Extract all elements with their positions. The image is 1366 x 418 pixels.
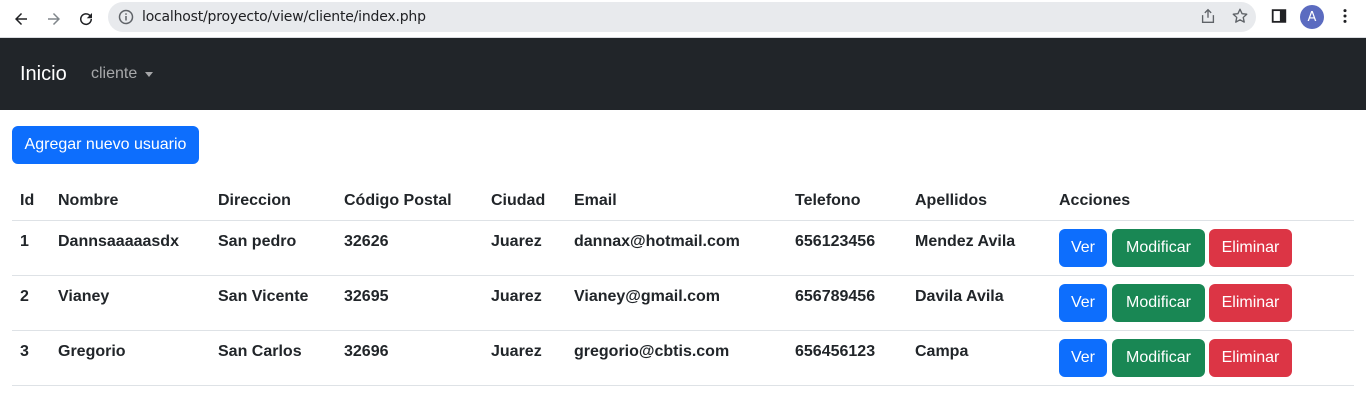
cell-ciudad: Juarez [491,233,542,250]
header-nombre: Nombre [58,192,119,209]
cell-direccion: San pedro [218,233,297,250]
navbar-brand[interactable]: Inicio [20,63,67,86]
header-ciudad: Ciudad [491,192,546,209]
table-header-row: Id Nombre Direccion Código Postal Ciudad… [12,181,1354,221]
table-row: 3 Gregorio San Carlos 32696 Juarez grego… [12,331,1354,386]
eliminar-button[interactable]: Eliminar [1209,229,1292,267]
cell-id: 3 [20,343,29,360]
header-direccion: Direccion [218,192,291,209]
cell-nombre: Gregorio [58,343,126,360]
cell-direccion: San Vicente [218,288,309,305]
table-row: 2 Vianey San Vicente 32695 Juarez Vianey… [12,276,1354,331]
cell-codigo-postal: 32696 [344,343,389,360]
header-acciones: Acciones [1059,192,1131,209]
address-bar[interactable]: localhost/proyecto/view/cliente/index.ph… [108,2,1256,32]
modificar-button[interactable]: Modificar [1112,339,1205,377]
site-info-icon[interactable] [118,9,134,25]
cell-id: 2 [20,288,29,305]
bookmark-star-icon[interactable] [1230,6,1250,26]
dropdown-label: cliente [91,65,138,82]
menu-dots-icon[interactable] [1335,6,1355,26]
add-user-button[interactable]: Agregar nuevo usuario [12,126,199,164]
cell-ciudad: Juarez [491,343,542,360]
caret-down-icon [145,71,154,77]
share-icon[interactable] [1198,6,1218,26]
cell-codigo-postal: 32626 [344,233,389,250]
cell-telefono: 656456123 [795,343,876,360]
modificar-button[interactable]: Modificar [1112,229,1205,267]
cell-email: Vianey@gmail.com [574,288,721,305]
cell-telefono: 656789456 [795,288,876,305]
cell-email: dannax@hotmail.com [574,233,740,250]
side-panel-icon[interactable] [1269,6,1289,26]
ver-button[interactable]: Ver [1059,229,1107,267]
header-telefono: Telefono [795,192,861,209]
url-text: localhost/proyecto/view/cliente/index.ph… [142,9,426,25]
cell-nombre: Vianey [58,288,110,305]
profile-avatar[interactable]: A [1300,5,1324,29]
header-id: Id [20,192,35,209]
eliminar-button[interactable]: Eliminar [1209,284,1292,322]
top-navbar: Inicio cliente [0,38,1366,110]
back-icon[interactable] [8,6,34,32]
ver-button[interactable]: Ver [1059,284,1107,322]
cliente-dropdown[interactable]: cliente [91,65,154,83]
cell-apellidos: Davila Avila [915,288,1004,305]
cell-id: 1 [20,233,29,250]
header-apellidos: Apellidos [915,192,988,209]
reload-icon[interactable] [73,6,99,32]
header-email: Email [574,192,617,209]
eliminar-button[interactable]: Eliminar [1209,339,1292,377]
cell-telefono: 656123456 [795,233,876,250]
table-row: 1 Dannsaaaaasdx San pedro 32626 Juarez d… [12,221,1354,276]
modificar-button[interactable]: Modificar [1112,284,1205,322]
browser-toolbar: localhost/proyecto/view/cliente/index.ph… [0,0,1366,38]
cell-apellidos: Campa [915,343,969,360]
forward-icon[interactable] [41,6,67,32]
cell-nombre: Dannsaaaaasdx [58,233,179,250]
cell-apellidos: Mendez Avila [915,233,1016,250]
cell-direccion: San Carlos [218,343,302,360]
avatar-letter: A [1307,9,1317,25]
cell-ciudad: Juarez [491,288,542,305]
clientes-table: Id Nombre Direccion Código Postal Ciudad… [12,181,1354,386]
ver-button[interactable]: Ver [1059,339,1107,377]
header-codigo-postal: Código Postal [344,192,452,209]
cell-email: gregorio@cbtis.com [574,343,730,360]
cell-codigo-postal: 32695 [344,288,389,305]
